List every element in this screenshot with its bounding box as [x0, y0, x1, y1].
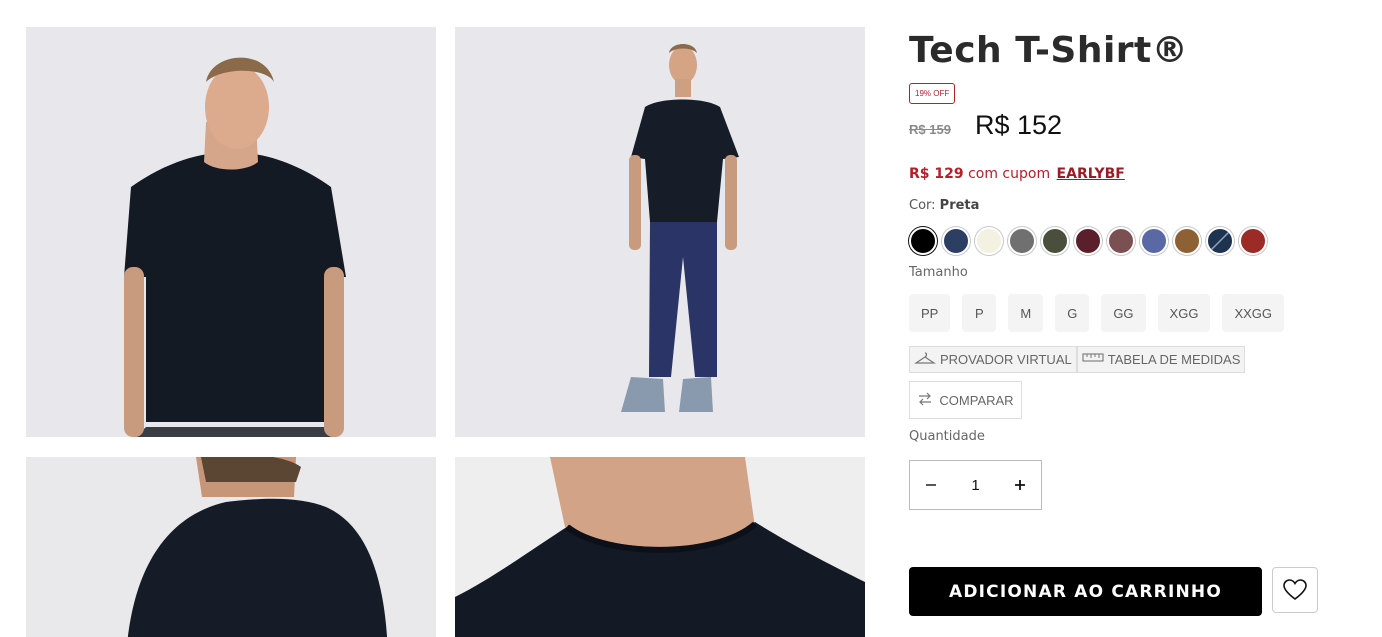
product-photo-collar-detail-image: [455, 457, 865, 637]
heart-icon: [1283, 579, 1307, 601]
compare-button[interactable]: COMPARAR: [909, 381, 1022, 419]
color-swatches: [909, 227, 1267, 255]
increase-quantity-button[interactable]: [1009, 474, 1031, 496]
product-info-panel: Tech T-Shirt® 19% OFF R$ 159 R$ 152 R$ 1…: [909, 0, 1349, 637]
color-swatch-olive[interactable]: [1041, 227, 1069, 255]
compare-label: COMPARAR: [939, 392, 1014, 408]
current-price: R$ 152: [975, 110, 1063, 140]
coupon-text: com cupom: [968, 166, 1051, 182]
size-option-xgg[interactable]: XGG: [1157, 294, 1211, 332]
old-price: R$ 159: [909, 122, 951, 137]
discount-badge: 19% OFF: [909, 83, 956, 104]
size-option-xxgg[interactable]: XXGG: [1222, 294, 1285, 332]
color-swatch-caramel[interactable]: [1173, 227, 1201, 255]
color-label: Cor: Preta: [909, 198, 979, 213]
product-photo-collar-detail[interactable]: [455, 457, 865, 637]
product-photo-front-image: [26, 27, 436, 437]
color-swatch-wine[interactable]: [1074, 227, 1102, 255]
compare-arrows-icon: [917, 392, 933, 409]
size-chart-label: TABELA DE MEDIDAS: [1107, 352, 1241, 367]
color-swatch-black[interactable]: [909, 227, 937, 255]
color-swatch-navy[interactable]: [942, 227, 970, 255]
wishlist-button[interactable]: [1272, 567, 1318, 613]
color-swatch-dark-navy-striped[interactable]: [1206, 227, 1234, 255]
product-photo-full-body-image: [455, 27, 865, 437]
size-options: PP P M G GG XGG XXGG: [909, 294, 1285, 332]
product-photo-front[interactable]: [26, 27, 436, 437]
plus-icon: [1015, 480, 1025, 490]
product-gallery: [26, 27, 866, 637]
size-chart-button[interactable]: TABELA DE MEDIDAS: [1076, 346, 1246, 373]
decrease-quantity-button[interactable]: [920, 474, 942, 496]
product-photo-full-body[interactable]: [455, 27, 865, 437]
color-swatch-periwinkle[interactable]: [1140, 227, 1168, 255]
quantity-label: Quantidade: [909, 429, 985, 444]
minus-icon: [926, 484, 936, 486]
hanger-icon: [914, 351, 936, 368]
size-option-pp[interactable]: PP: [909, 294, 951, 332]
product-title: Tech T-Shirt®: [909, 30, 1189, 71]
color-swatch-red[interactable]: [1239, 227, 1267, 255]
size-option-gg[interactable]: GG: [1101, 294, 1146, 332]
quantity-value[interactable]: 1: [971, 477, 979, 494]
size-option-m[interactable]: M: [1008, 294, 1044, 332]
color-swatch-mauve[interactable]: [1107, 227, 1135, 255]
size-tools: PROVADOR VIRTUAL TABELA DE MEDIDAS: [909, 346, 1246, 373]
product-photo-back[interactable]: [26, 457, 436, 637]
coupon-code-link[interactable]: EARLYBF: [1057, 166, 1125, 182]
virtual-fitting-label: PROVADOR VIRTUAL: [940, 352, 1072, 367]
virtual-fitting-button[interactable]: PROVADOR VIRTUAL: [909, 346, 1077, 373]
color-label-text: Cor:: [909, 198, 936, 213]
quantity-stepper: 1: [909, 460, 1042, 510]
color-swatch-off-white[interactable]: [975, 227, 1003, 255]
size-option-p[interactable]: P: [962, 294, 997, 332]
color-swatch-gray[interactable]: [1008, 227, 1036, 255]
add-to-cart-button[interactable]: ADICIONAR AO CARRINHO: [909, 567, 1262, 616]
size-label: Tamanho: [909, 265, 968, 280]
selected-color-name: Preta: [939, 198, 980, 213]
ruler-icon: [1082, 351, 1104, 368]
size-option-g[interactable]: G: [1055, 294, 1090, 332]
product-photo-back-image: [26, 457, 436, 637]
coupon-line: R$ 129 com cupom EARLYBF: [909, 166, 1125, 182]
coupon-price: R$ 129: [909, 166, 964, 182]
